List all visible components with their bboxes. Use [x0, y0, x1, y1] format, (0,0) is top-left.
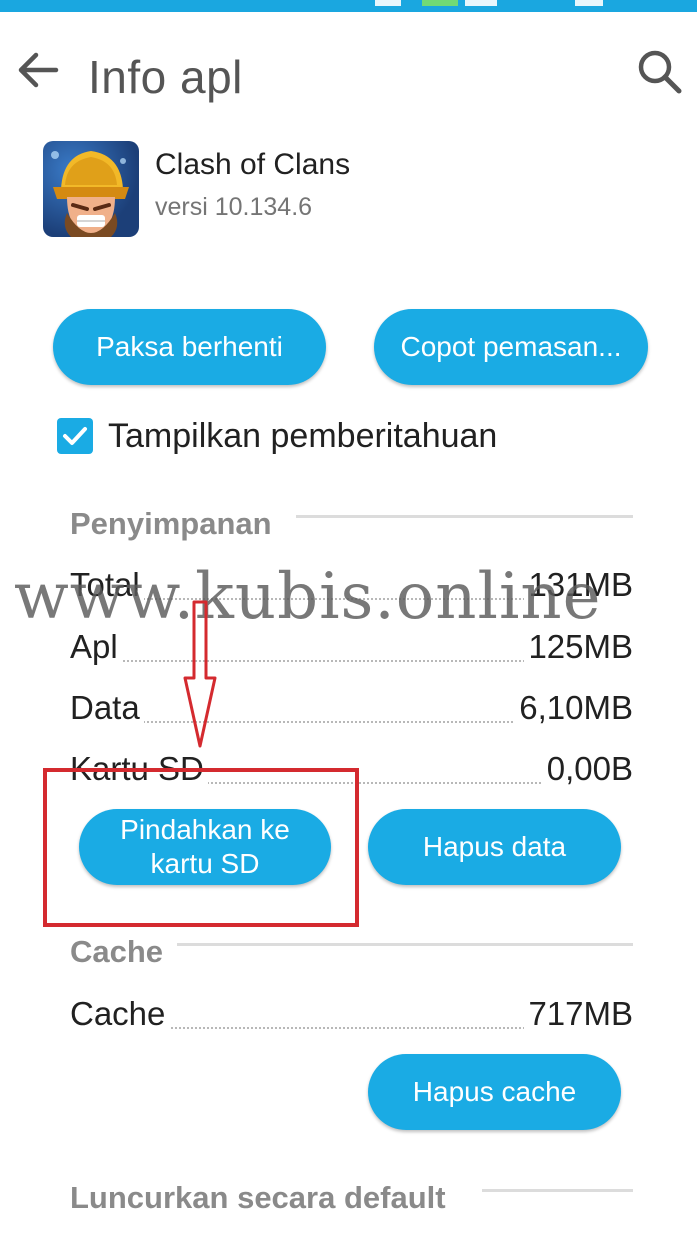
storage-row-app: Apl 125MB — [70, 628, 633, 668]
status-icon — [575, 0, 603, 6]
section-divider — [296, 515, 633, 518]
status-icon — [375, 0, 401, 6]
search-button[interactable] — [634, 46, 686, 98]
section-divider — [482, 1189, 633, 1192]
signal-icon — [465, 0, 497, 6]
battery-icon — [422, 0, 458, 6]
storage-row-value: 6,10MB — [515, 689, 633, 727]
app-info-toolbar: Info apl — [0, 12, 697, 130]
force-stop-button[interactable]: Paksa berhenti — [53, 309, 326, 385]
arrow-left-icon — [18, 52, 59, 88]
uninstall-button[interactable]: Copot pemasan... — [374, 309, 648, 385]
status-bar — [0, 0, 697, 12]
back-button[interactable] — [12, 44, 64, 96]
red-arrow-annotation-icon — [183, 600, 217, 748]
storage-row-label: Data — [70, 689, 144, 727]
checkmark-icon — [63, 427, 87, 445]
storage-section-header: Penyimpanan — [70, 506, 272, 541]
show-notifications-checkbox[interactable] — [57, 418, 93, 454]
app-version: versi 10.134.6 — [155, 193, 313, 221]
storage-row-data: Data 6,10MB — [70, 689, 633, 729]
section-divider — [177, 943, 633, 946]
cache-section-header: Cache — [70, 934, 164, 969]
cache-row-label: Cache — [70, 995, 170, 1033]
clear-data-button[interactable]: Hapus data — [368, 809, 621, 885]
show-notifications-label: Tampilkan pemberitahuan — [108, 417, 498, 455]
clash-of-clans-app-icon — [43, 141, 139, 237]
launch-default-section-header: Luncurkan secara default — [70, 1180, 446, 1215]
search-icon — [638, 50, 682, 94]
cache-row: Cache 717MB — [70, 995, 633, 1035]
app-name: Clash of Clans — [155, 148, 351, 181]
clear-cache-button[interactable]: Hapus cache — [368, 1054, 621, 1130]
storage-row-value: 0,00B — [542, 750, 633, 788]
red-highlight-box — [43, 768, 359, 927]
page-title: Info apl — [88, 51, 243, 103]
cache-row-value: 717MB — [524, 995, 633, 1033]
watermark-text: www.kubis.online — [14, 560, 602, 634]
